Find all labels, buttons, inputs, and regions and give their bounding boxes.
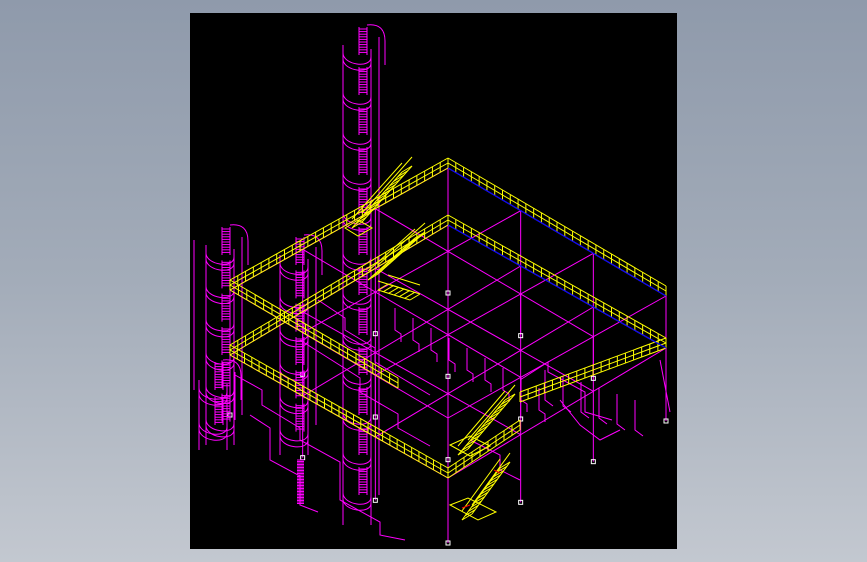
stair-flight-upper-a-handrail [361,156,413,214]
lower-deck-grid-b [302,265,521,397]
upper-deck-grid-a [302,248,521,378]
lower-deck-rail-se-a-top-rail [447,419,521,469]
upper-deck-grid-b [302,210,521,334]
pipe-stub [634,400,644,437]
left-tower-c-cap [222,359,242,400]
pipe-stub [544,370,554,407]
pipe-stub [616,394,626,431]
pipe-stub [466,348,474,382]
pipe-stub [394,308,402,342]
lower-deck-grid-a [375,267,594,392]
deck-edge-layer [447,167,667,349]
pipe-stub [448,338,456,372]
stair-landing-a-tread [404,291,415,299]
pipe-stub [430,328,438,362]
lower-deck-grid-b [447,347,667,479]
lower-deck-grid-b [375,306,594,438]
pipe-stub [412,318,420,352]
cad-viewport[interactable] [190,13,677,549]
stair-landing-a-tread [399,290,410,298]
stair-landing-a-tread [409,293,421,301]
isometric-structure-drawing [193,24,671,546]
upper-deck-grid-a [375,208,594,338]
stair-landing-a-tread [393,288,405,296]
structure-layer [193,24,671,546]
left-tower-b-spiral-band [279,429,309,448]
tall-tower-cap [366,24,386,65]
lower-deck-far-edge [447,224,667,349]
tall-tower-spiral-band [342,492,372,511]
stair-flight-upper-b-handrail [377,222,426,266]
stair-landing-a-tread [388,286,399,294]
corner-column [659,359,671,413]
upper-deck-grid-b [375,252,594,376]
stair-landing-a-handrail [377,280,411,292]
pipe-stub [484,358,492,392]
left-tower-a-cap [229,224,249,265]
pipe-run [519,361,613,421]
left-tower-c-spiral-band [198,422,228,441]
